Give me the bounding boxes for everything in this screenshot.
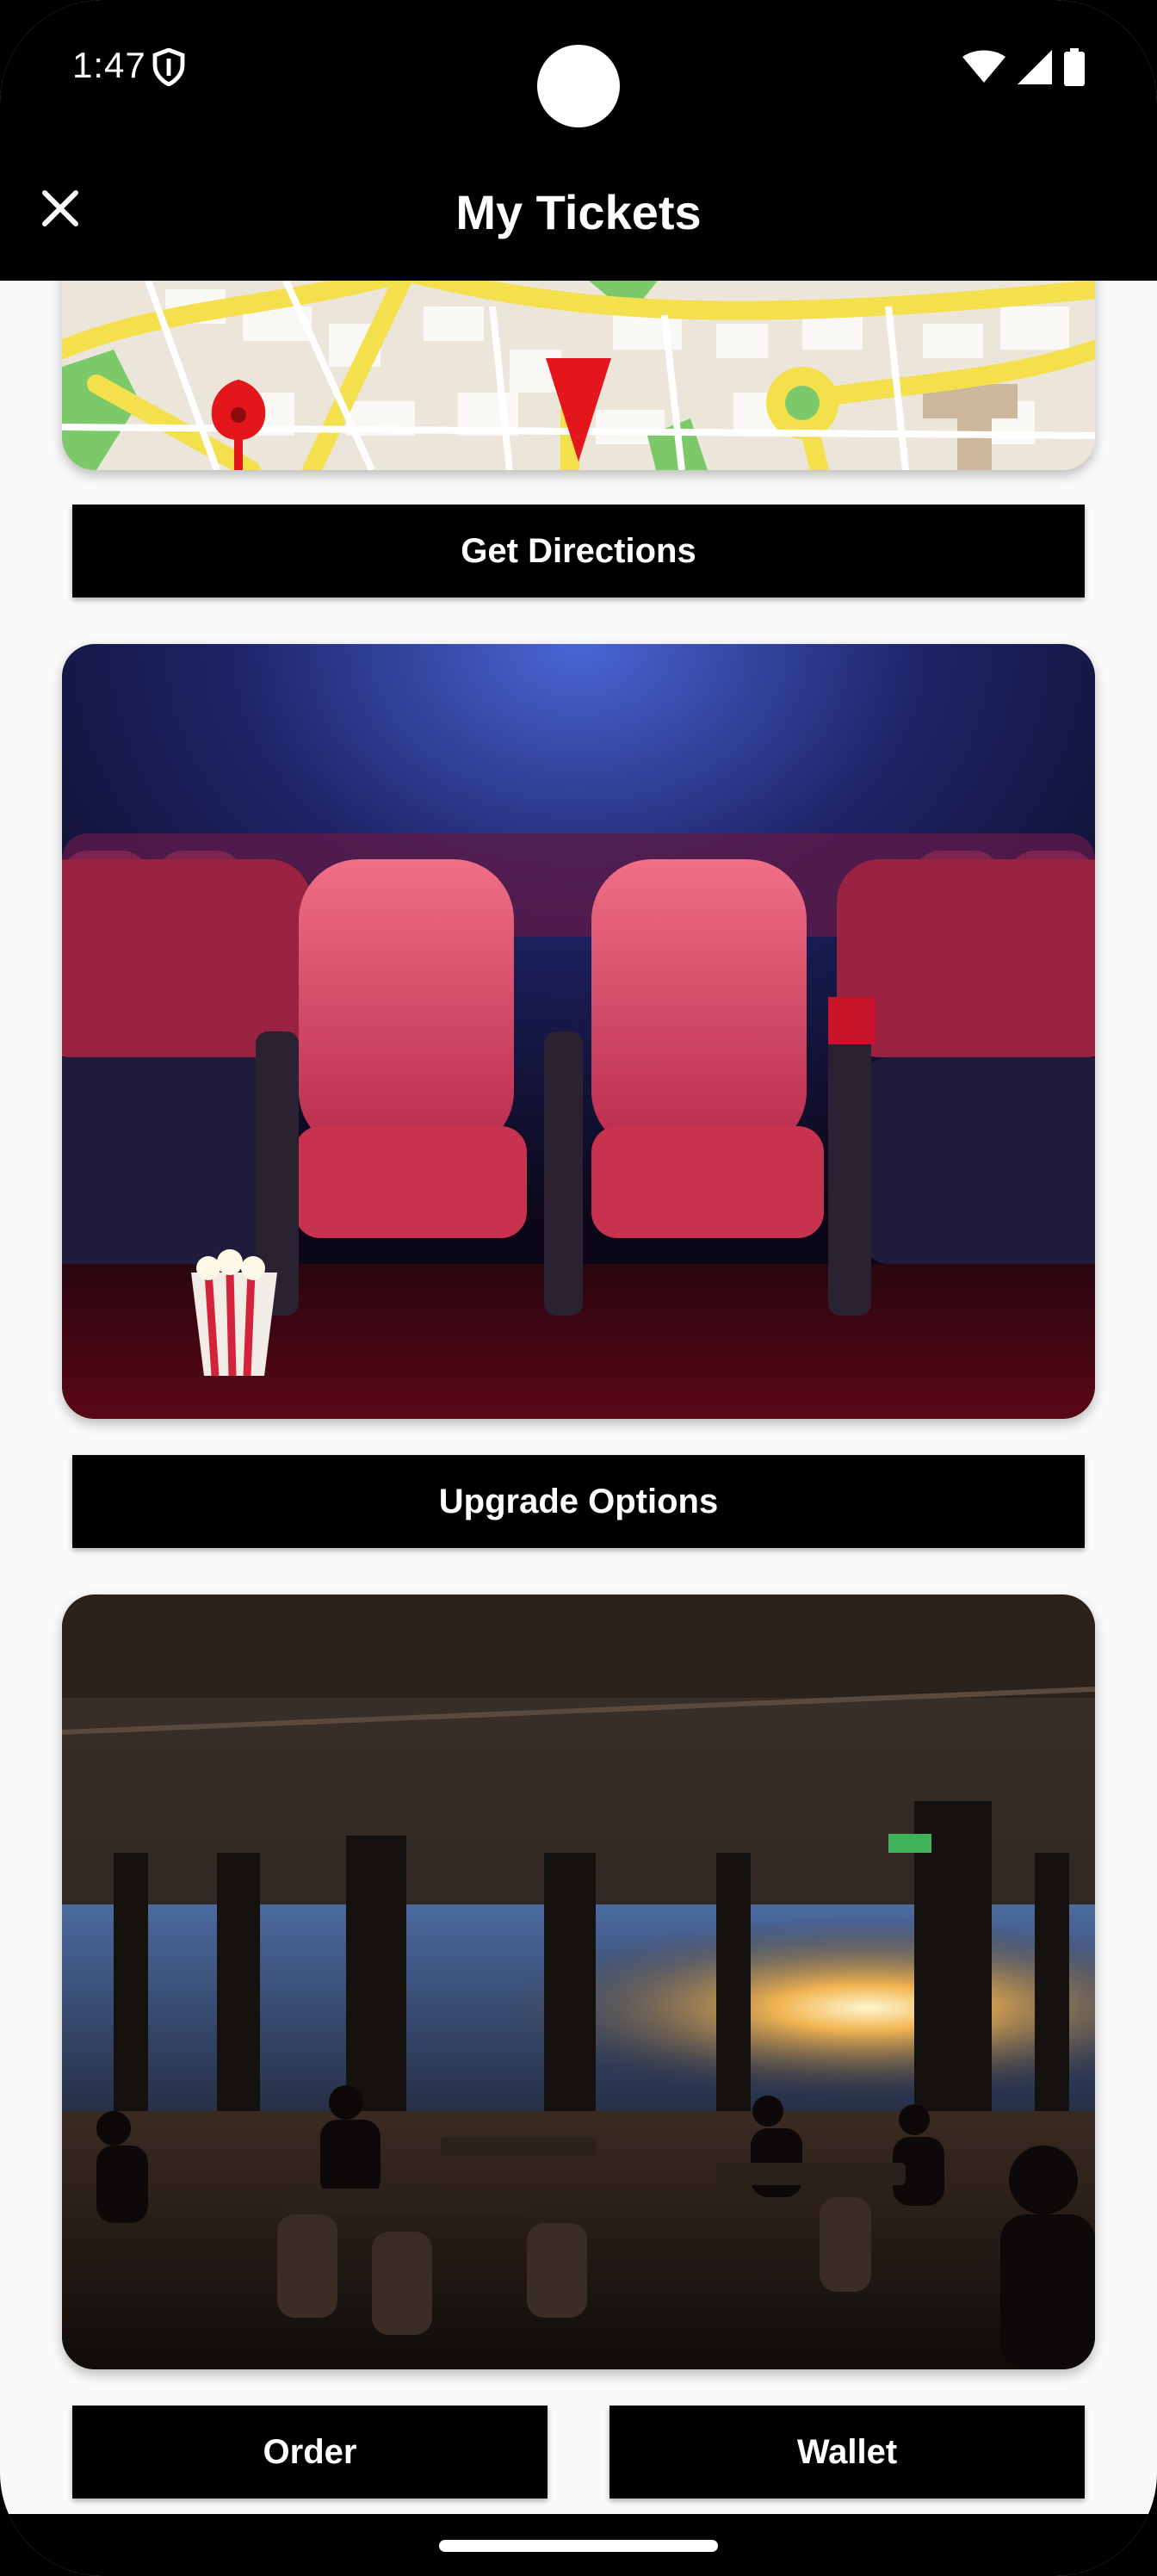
status-bar: 1:47 [0, 0, 1157, 136]
scroll-content[interactable]: Get Directions Upgrade Options Order Wal… [0, 177, 1157, 2519]
popcorn-icon [191, 1249, 277, 1377]
app-bar: My Tickets [0, 136, 1157, 281]
shield-icon [152, 48, 185, 86]
order-button[interactable]: Order [72, 2406, 548, 2499]
phone-screen: 1:47 My Tickets Get Directions Upgrade O… [0, 0, 1157, 2576]
get-directions-button[interactable]: Get Directions [72, 505, 1085, 598]
cinema-seats-photo [62, 644, 1095, 1419]
upgrade-options-button[interactable]: Upgrade Options [72, 1455, 1085, 1548]
navigation-bar [0, 2514, 1157, 2576]
wallet-button[interactable]: Wallet [609, 2406, 1085, 2499]
restaurant-image [62, 1595, 1095, 2369]
wifi-icon [962, 50, 1005, 83]
cellular-signal-icon [1018, 50, 1052, 84]
battery-icon [1064, 48, 1085, 86]
status-time: 1:47 [72, 45, 146, 85]
page-title: My Tickets [455, 185, 702, 239]
home-indicator[interactable] [439, 2540, 718, 2552]
rooftop-restaurant-photo [62, 1595, 1095, 2369]
front-camera [537, 45, 620, 127]
cinema-seats-image [62, 644, 1095, 1419]
